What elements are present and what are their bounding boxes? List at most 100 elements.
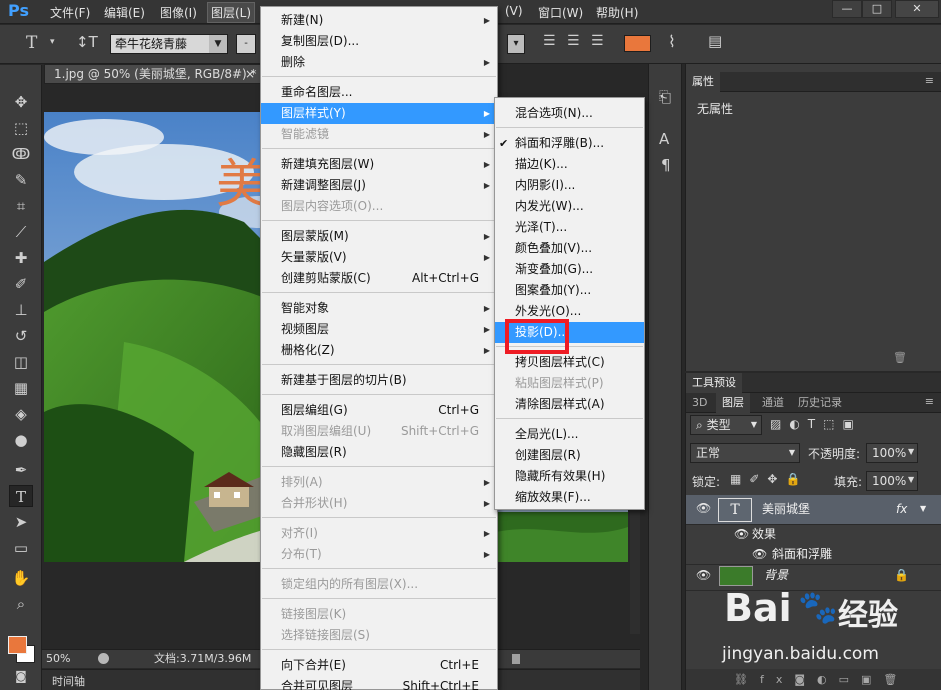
menu-item-video-layer[interactable]: 视频图层 ▶: [261, 319, 497, 340]
quick-mask-icon[interactable]: ◙: [9, 665, 33, 687]
close-button[interactable]: ✕: [895, 0, 939, 18]
menu-item-smart-filter[interactable]: 智能滤镜 ▶: [261, 124, 497, 145]
menu-item-layer-mask[interactable]: 图层蒙版(M) ▶: [261, 226, 497, 247]
align-right-icon[interactable]: ☰: [591, 33, 604, 49]
trash-icon[interactable]: 🗑: [893, 351, 907, 364]
tab-3d[interactable]: 3D: [686, 393, 713, 413]
menu-item-group-layers[interactable]: 图层编组(G) Ctrl+G: [261, 400, 497, 421]
menu-item-link-layers[interactable]: 链接图层(K): [261, 604, 497, 625]
layer-name[interactable]: 背景: [764, 561, 788, 589]
history-brush-tool-icon[interactable]: ↺: [9, 325, 33, 347]
layer-effects-row[interactable]: 👁 效果: [686, 525, 941, 545]
eye-icon[interactable]: 👁: [734, 525, 749, 543]
gradient-tool-icon[interactable]: ▦: [9, 377, 33, 399]
menu-item-pattern-overlay[interactable]: 图案叠加(Y)...: [495, 280, 644, 301]
text-color-swatch[interactable]: [624, 35, 651, 52]
menu-item-distribute[interactable]: 分布(T) ▶: [261, 544, 497, 565]
menu-item-layer-style[interactable]: 图层样式(Y) ▶: [261, 103, 497, 124]
menu-item-smart-object[interactable]: 智能对象 ▶: [261, 298, 497, 319]
tab-layers[interactable]: 图层: [716, 393, 750, 413]
font-style-select[interactable]: -: [236, 34, 256, 54]
marquee-tool-icon[interactable]: ⬚: [9, 117, 33, 139]
menu-item-new-adjustment-layer[interactable]: 新建调整图层(J) ▶: [261, 175, 497, 196]
menu-item-merge-down[interactable]: 向下合并(E) Ctrl+E: [261, 655, 497, 676]
layer-name[interactable]: 美丽城堡: [762, 496, 810, 522]
tab-properties[interactable]: 属性: [686, 72, 720, 92]
eye-icon[interactable]: 👁: [696, 561, 711, 589]
menu-item-inner-shadow[interactable]: 内阴影(I)...: [495, 175, 644, 196]
close-tab-icon[interactable]: ×: [245, 65, 255, 83]
eraser-tool-icon[interactable]: ◫: [9, 351, 33, 373]
tab-history[interactable]: 历史记录: [792, 393, 848, 413]
eye-icon[interactable]: 👁: [696, 495, 711, 521]
menu-item-vector-mask[interactable]: 矢量蒙版(V) ▶: [261, 247, 497, 268]
pen-tool-icon[interactable]: ✒: [9, 459, 33, 481]
tab-tool-presets[interactable]: 工具预设: [686, 373, 742, 393]
brush-tool-icon[interactable]: ✐: [9, 273, 33, 295]
zoom-tool-icon[interactable]: ⌕: [9, 593, 33, 615]
foreground-color-swatch[interactable]: [8, 636, 27, 654]
menu-window[interactable]: 窗口(W): [538, 4, 583, 21]
chevron-down-icon[interactable]: ▼: [920, 496, 926, 522]
layer-filter-icons[interactable]: ▨◐T⬚▣: [770, 417, 862, 431]
menu-item-create-clipping-mask[interactable]: 创建剪贴蒙版(C) Alt+Ctrl+G: [261, 268, 497, 289]
menu-item-combine-shapes[interactable]: 合并形状(H) ▶: [261, 493, 497, 514]
layer-row-text[interactable]: 👁 T 美丽城堡 fx ▼: [686, 495, 941, 525]
menu-item-clear-layer-style[interactable]: 清除图层样式(A): [495, 394, 644, 415]
menu-item-copy-layer-style[interactable]: 拷贝图层样式(C): [495, 352, 644, 373]
history-icon[interactable]: ⎗: [659, 88, 671, 106]
menu-help[interactable]: 帮助(H): [596, 4, 638, 21]
align-center-icon[interactable]: ☰: [567, 33, 580, 49]
document-tab[interactable]: 1.jpg @ 50% (美丽城堡, RGB/8#) * ×: [44, 64, 262, 84]
status-menu-icon[interactable]: [98, 653, 109, 664]
panel-menu-icon[interactable]: ≡: [925, 395, 934, 408]
menu-item-stroke[interactable]: 描边(K)...: [495, 154, 644, 175]
menu-item-rename-layer[interactable]: 重命名图层...: [261, 82, 497, 103]
menu-file[interactable]: 文件(F): [50, 4, 90, 21]
menu-item-lock-all-layers-in-group[interactable]: 锁定组内的所有图层(X)...: [261, 574, 497, 595]
menu-item-global-light[interactable]: 全局光(L)...: [495, 424, 644, 445]
horizontal-scrollbar[interactable]: [512, 654, 520, 664]
timeline-tab-label[interactable]: 时间轴: [52, 673, 85, 689]
panel-menu-icon[interactable]: ≡: [925, 74, 934, 87]
menu-layer[interactable]: 图层(L): [207, 2, 256, 23]
menu-item-merge-visible[interactable]: 合并可见图层 Shift+Ctrl+E: [261, 676, 497, 690]
font-size-dropdown[interactable]: ▾: [507, 34, 525, 54]
menu-item-delete[interactable]: 删除 ▶: [261, 52, 497, 73]
menu-item-new-fill-layer[interactable]: 新建填充图层(W) ▶: [261, 154, 497, 175]
healing-brush-tool-icon[interactable]: ✚: [9, 247, 33, 269]
hand-tool-icon[interactable]: ✋: [9, 567, 33, 589]
warp-text-icon[interactable]: ⌇: [668, 32, 676, 51]
paragraph-icon[interactable]: ¶: [661, 156, 671, 174]
lasso-tool-icon[interactable]: ↂ: [9, 143, 33, 165]
zoom-level[interactable]: 50%: [46, 650, 70, 668]
layer-filter-select[interactable]: ⌕ 类型 ▼: [690, 415, 762, 435]
chevron-down-icon[interactable]: ▼: [908, 447, 914, 456]
type-tool-icon[interactable]: T: [26, 33, 37, 53]
menu-item-hide-all-effects[interactable]: 隐藏所有效果(H): [495, 466, 644, 487]
tool-preset-arrow-icon[interactable]: ▾: [50, 37, 55, 47]
menu-item-bevel-emboss[interactable]: ✔ 斜面和浮雕(B)...: [495, 133, 644, 154]
menu-edit[interactable]: 编辑(E): [104, 4, 145, 21]
menu-item-rasterize[interactable]: 栅格化(Z) ▶: [261, 340, 497, 361]
menu-item-satin[interactable]: 光泽(T)...: [495, 217, 644, 238]
menu-item-layer-content-options[interactable]: 图层内容选项(O)...: [261, 196, 497, 217]
clone-stamp-tool-icon[interactable]: ⊥: [9, 299, 33, 321]
align-left-icon[interactable]: ☰: [543, 33, 556, 49]
dodge-tool-icon[interactable]: ●: [9, 429, 33, 451]
menu-item-paste-layer-style[interactable]: 粘贴图层样式(P): [495, 373, 644, 394]
menu-item-new[interactable]: 新建(N) ▶: [261, 10, 497, 31]
menu-view[interactable]: (V): [505, 4, 523, 18]
quick-select-tool-icon[interactable]: ✎: [9, 169, 33, 191]
blur-tool-icon[interactable]: ◈: [9, 403, 33, 425]
fx-icon[interactable]: fx: [896, 496, 907, 522]
crop-tool-icon[interactable]: ⌗: [9, 195, 33, 217]
type-tool-icon[interactable]: T: [9, 485, 33, 507]
maximize-button[interactable]: □: [862, 0, 892, 18]
menu-item-gradient-overlay[interactable]: 渐变叠加(G)...: [495, 259, 644, 280]
move-tool-icon[interactable]: ✥: [9, 91, 33, 113]
menu-item-hide-layers[interactable]: 隐藏图层(R): [261, 442, 497, 463]
menu-item-scale-effects[interactable]: 缩放效果(F)...: [495, 487, 644, 508]
menu-item-duplicate-layer[interactable]: 复制图层(D)...: [261, 31, 497, 52]
eyedropper-tool-icon[interactable]: ⟋: [9, 221, 33, 243]
